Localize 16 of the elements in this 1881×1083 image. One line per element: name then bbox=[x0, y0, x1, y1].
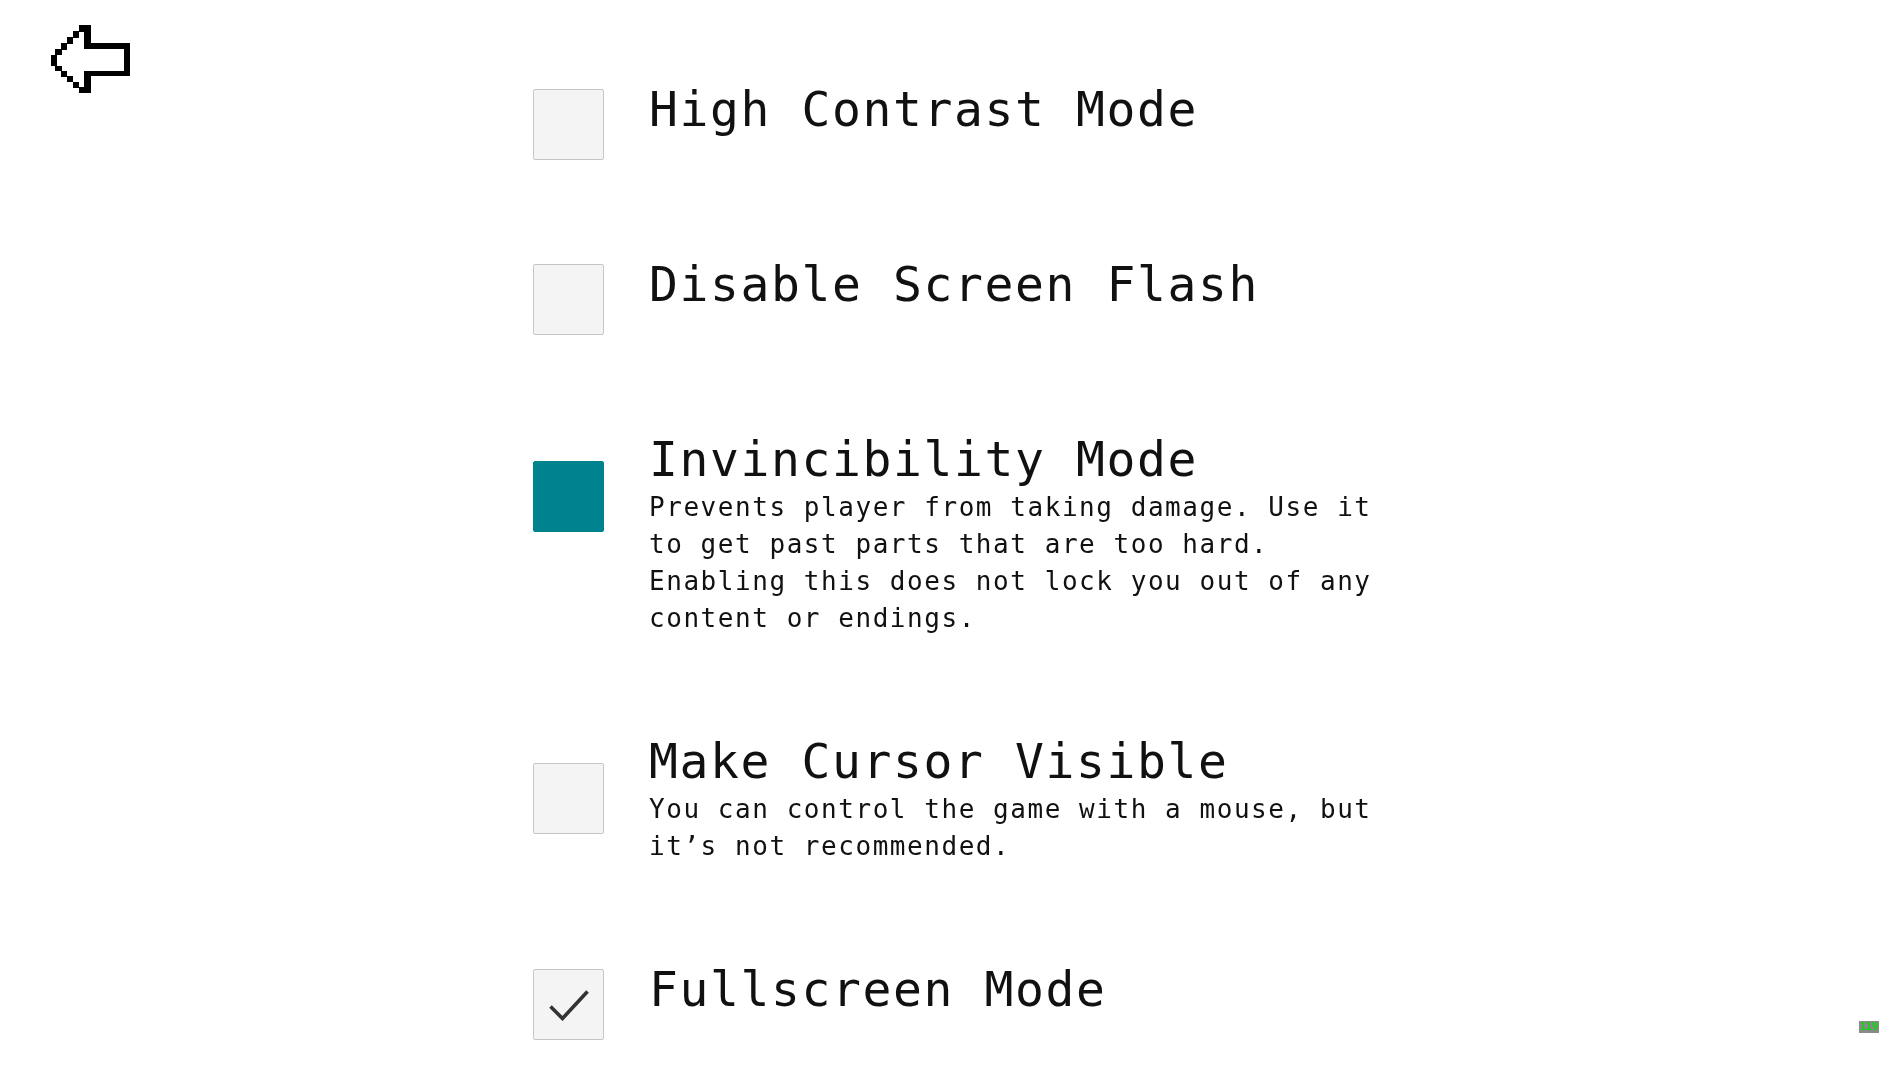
checkbox[interactable] bbox=[533, 763, 604, 834]
fps-counter: 119 bbox=[1858, 1021, 1879, 1033]
checkbox[interactable] bbox=[533, 969, 604, 1040]
checkbox[interactable] bbox=[533, 89, 604, 160]
back-button[interactable] bbox=[51, 25, 130, 93]
checkbox[interactable] bbox=[533, 461, 604, 532]
setting-label: Fullscreen Mode bbox=[649, 960, 1107, 1019]
setting-label: Invincibility Mode bbox=[649, 430, 1199, 489]
setting-description: You can control the game with a mouse, but it’s not recommended. bbox=[649, 793, 1373, 863]
back-arrow-icon bbox=[51, 25, 130, 93]
checkmark-icon bbox=[549, 989, 589, 1021]
setting-description: Prevents player from taking damage. Use it to get past parts that are too hard. Enabling this does not lock you out of any content or endings. bbox=[649, 491, 1373, 635]
setting-label: Make Cursor Visible bbox=[649, 732, 1230, 791]
setting-label: High Contrast Mode bbox=[649, 80, 1198, 139]
checkbox[interactable] bbox=[533, 264, 604, 335]
setting-label: Disable Screen Flash bbox=[649, 255, 1259, 314]
